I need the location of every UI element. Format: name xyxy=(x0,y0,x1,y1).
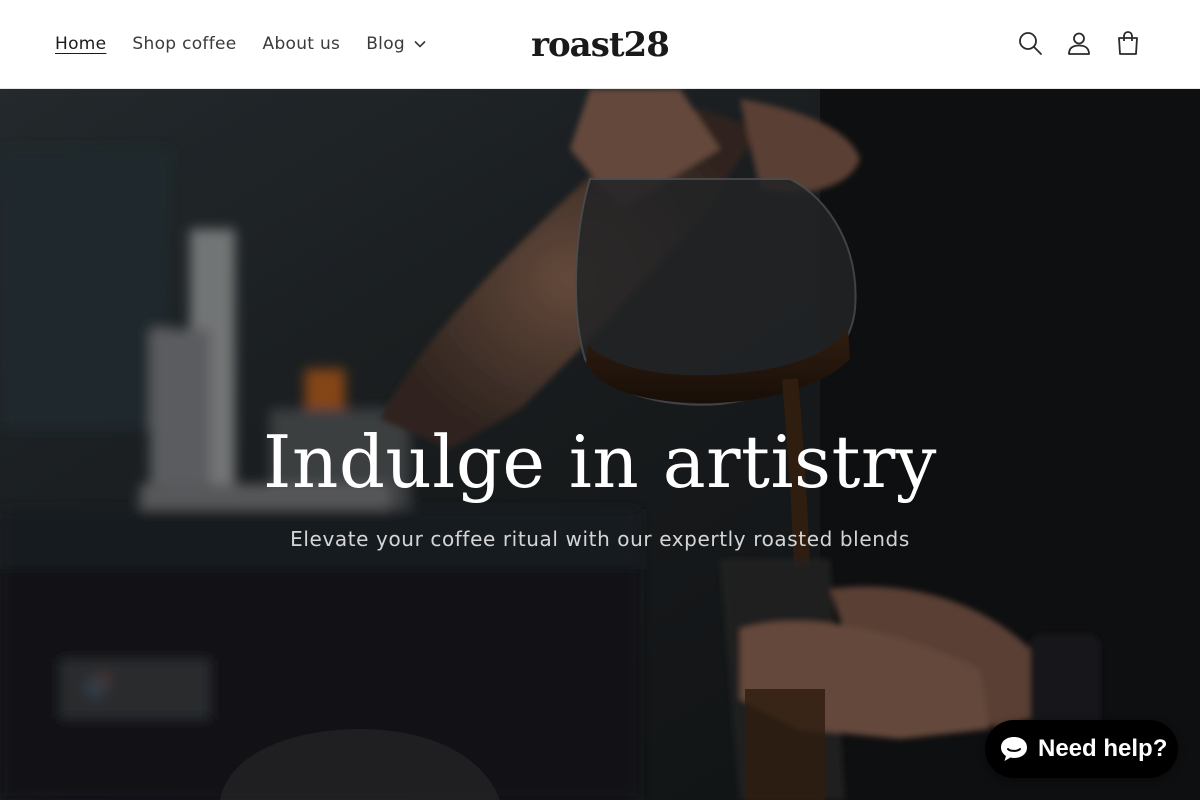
chat-help-label: Need help? xyxy=(1038,735,1168,762)
account-button[interactable] xyxy=(1057,21,1101,65)
nav-about-us[interactable]: About us xyxy=(250,24,354,64)
search-button[interactable] xyxy=(1008,21,1052,65)
hero-subtitle: Elevate your coffee ritual with our expe… xyxy=(290,527,910,551)
nav-blog-dropdown[interactable]: Blog xyxy=(353,24,439,64)
site-header: Home Shop coffee About us Blog roast28 xyxy=(0,0,1200,89)
cart-icon xyxy=(1118,31,1138,55)
nav-home[interactable]: Home xyxy=(42,24,119,64)
cart-button[interactable] xyxy=(1106,21,1150,65)
chat-bubble-icon xyxy=(1001,737,1027,761)
nav-about-us-label: About us xyxy=(262,34,341,54)
chevron-down-icon xyxy=(414,40,426,48)
nav-home-label: Home xyxy=(55,34,107,54)
nav-shop-coffee[interactable]: Shop coffee xyxy=(119,24,249,64)
nav-blog-label: Blog xyxy=(366,34,405,54)
hero-title: Indulge in artistry xyxy=(263,420,937,504)
hero-banner: Indulge in artistry Elevate your coffee … xyxy=(0,89,1200,800)
site-logo[interactable]: roast28 xyxy=(518,24,682,66)
account-icon xyxy=(1068,32,1090,55)
nav-shop-coffee-label: Shop coffee xyxy=(132,34,237,54)
hero-content: Indulge in artistry Elevate your coffee … xyxy=(0,419,1200,551)
chat-help-button[interactable]: Need help? xyxy=(985,720,1178,778)
header-actions xyxy=(1003,21,1150,65)
search-icon xyxy=(1019,32,1042,55)
main-nav: Home Shop coffee About us Blog xyxy=(42,0,439,88)
